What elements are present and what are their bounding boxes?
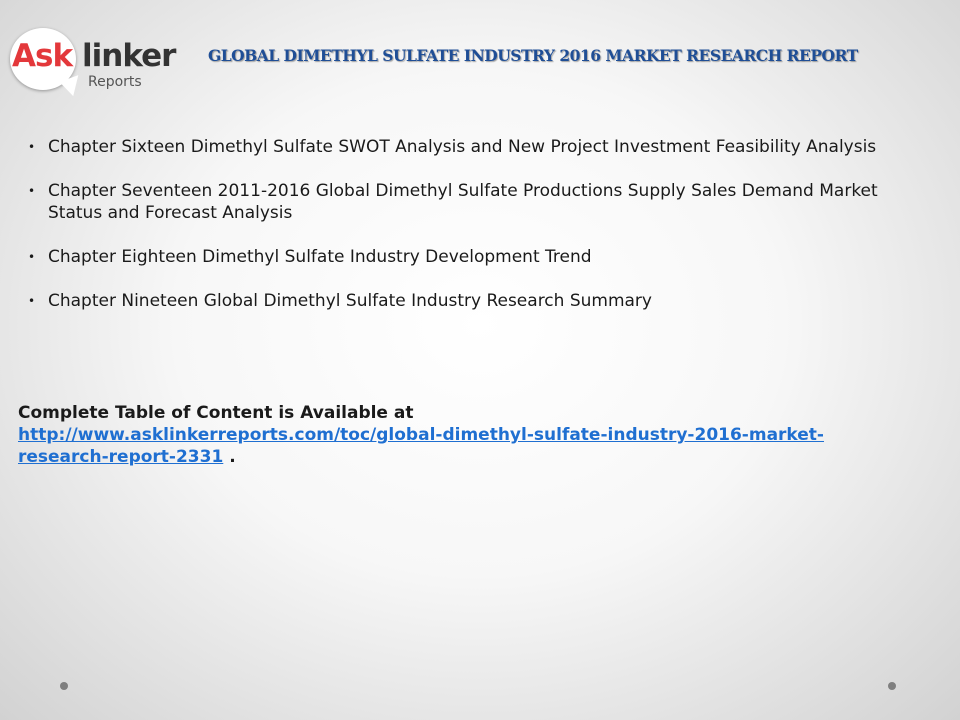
bullet-icon: •: [28, 250, 36, 264]
page-title: GLOBAL DIMETHYL SULFATE INDUSTRY 2016 MA…: [208, 46, 858, 65]
chapter-eighteen-text: Chapter Eighteen Dimethyl Sulfate Indust…: [48, 247, 592, 267]
chapter-sixteen-text: Chapter Sixteen Dimethyl Sulfate SWOT An…: [48, 137, 877, 157]
corner-dot-left: [60, 682, 68, 690]
bullet-icon: •: [28, 140, 36, 154]
chapter-list: • Chapter Sixteen Dimethyl Sulfate SWOT …: [28, 136, 908, 334]
list-item: • Chapter Nineteen Global Dimethyl Sulfa…: [28, 290, 908, 312]
toc-suffix: .: [223, 447, 236, 467]
chapter-nineteen-text: Chapter Nineteen Global Dimethyl Sulfate…: [48, 291, 652, 311]
list-item: • Chapter Sixteen Dimethyl Sulfate SWOT …: [28, 136, 908, 158]
chapter-seventeen-text: Chapter Seventeen 2011-2016 Global Dimet…: [48, 181, 878, 223]
toc-availability: Complete Table of Content is Available a…: [18, 402, 898, 468]
slide: Ask linker Reports GLOBAL DIMETHYL SULFA…: [0, 0, 960, 720]
bullet-icon: •: [28, 294, 36, 308]
asklinker-logo: Ask linker Reports: [10, 28, 176, 100]
toc-label: Complete Table of Content is Available a…: [18, 403, 414, 423]
list-item: • Chapter Seventeen 2011-2016 Global Dim…: [28, 180, 908, 224]
bullet-icon: •: [28, 184, 36, 198]
toc-link[interactable]: http://www.asklinkerreports.com/toc/glob…: [18, 425, 824, 467]
corner-dot-right: [888, 682, 896, 690]
logo-ask-text: Ask: [12, 38, 73, 74]
logo-reports-text: Reports: [88, 74, 142, 90]
logo-linker-text: linker: [82, 38, 176, 74]
list-item: • Chapter Eighteen Dimethyl Sulfate Indu…: [28, 246, 908, 268]
